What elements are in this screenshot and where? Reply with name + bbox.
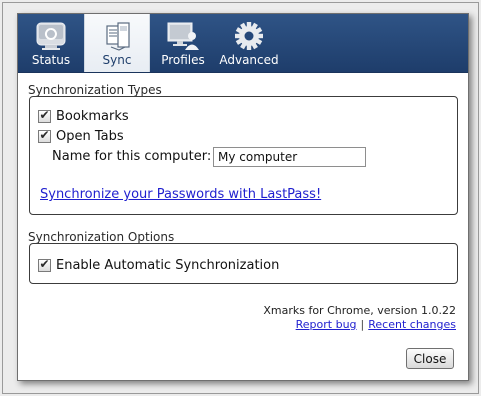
lastpass-link[interactable]: Synchronize your Passwords with LastPass… <box>40 187 321 202</box>
tab-status[interactable]: Status <box>18 14 84 72</box>
sync-types-group: ✔ Bookmarks ✔ Open Tabs Name for this co… <box>29 96 458 215</box>
tab-profiles[interactable]: Profiles <box>150 14 216 72</box>
checkmark-icon: ✔ <box>39 256 50 271</box>
recent-changes-link[interactable]: Recent changes <box>368 318 456 331</box>
sync-options-group: ✔ Enable Automatic Synchronization <box>29 243 458 284</box>
status-icon <box>33 20 69 52</box>
footer-links: Report bug | Recent changes <box>296 318 456 331</box>
report-bug-link[interactable]: Report bug <box>296 318 357 331</box>
gear-icon <box>231 20 267 52</box>
profiles-icon <box>165 20 201 52</box>
computer-name-input[interactable] <box>213 147 366 167</box>
auto-sync-label: Enable Automatic Synchronization <box>56 257 280 273</box>
sync-types-title: Synchronization Types <box>28 83 162 97</box>
tab-advanced[interactable]: Advanced <box>216 14 282 72</box>
sync-icon <box>99 20 135 52</box>
version-text: Xmarks for Chrome, version 1.0.22 <box>263 304 456 317</box>
bookmarks-option[interactable]: ✔ Bookmarks <box>38 108 129 124</box>
bookmarks-checkbox[interactable]: ✔ <box>38 107 51 123</box>
auto-sync-checkbox[interactable]: ✔ <box>38 256 51 272</box>
tab-advanced-label: Advanced <box>219 53 279 67</box>
checkmark-icon: ✔ <box>39 107 50 122</box>
xmarks-settings-dialog: Status Sync Profiles Advanced Synchroniz… <box>17 13 469 381</box>
open-tabs-label: Open Tabs <box>56 128 124 144</box>
tab-profiles-label: Profiles <box>161 53 205 67</box>
open-tabs-checkbox[interactable]: ✔ <box>38 127 51 143</box>
tab-sync-label: Sync <box>102 53 132 67</box>
tab-status-label: Status <box>31 53 71 67</box>
bookmarks-label: Bookmarks <box>56 108 129 124</box>
open-tabs-option[interactable]: ✔ Open Tabs <box>38 128 124 144</box>
link-separator: | <box>360 318 365 331</box>
computer-name-label: Name for this computer: <box>52 149 212 164</box>
tab-sync[interactable]: Sync <box>84 14 150 72</box>
tab-bar: Status Sync Profiles Advanced <box>18 14 468 73</box>
close-button[interactable]: Close <box>406 348 454 369</box>
sync-options-title: Synchronization Options <box>28 230 175 244</box>
auto-sync-option[interactable]: ✔ Enable Automatic Synchronization <box>38 257 279 273</box>
checkmark-icon: ✔ <box>39 127 50 142</box>
